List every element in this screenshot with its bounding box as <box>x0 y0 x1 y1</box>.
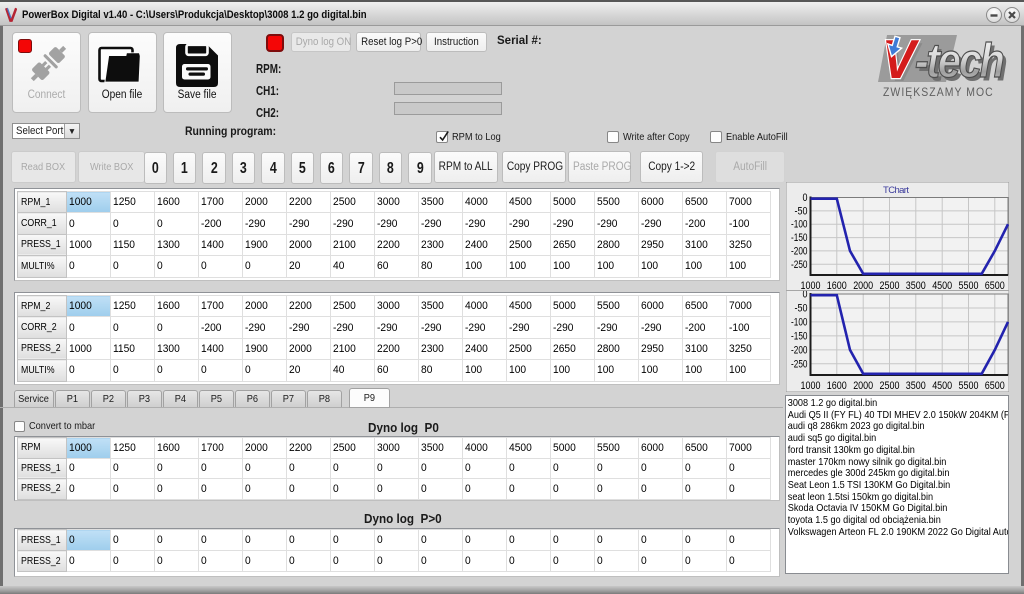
svg-text:2500: 2500 <box>880 380 900 392</box>
svg-text:TChart: TChart <box>883 185 909 196</box>
svg-text:3500: 3500 <box>906 380 926 392</box>
svg-text:-200: -200 <box>791 344 808 356</box>
svg-text:-250: -250 <box>791 358 808 370</box>
svg-text:1600: 1600 <box>827 380 847 392</box>
svg-text:-100: -100 <box>791 219 808 231</box>
svg-text:-200: -200 <box>791 245 808 257</box>
svg-text:-100: -100 <box>791 316 808 328</box>
svg-text:-250: -250 <box>791 259 808 271</box>
svg-text:V: V <box>882 30 919 90</box>
svg-text:1000: 1000 <box>801 380 821 392</box>
svg-text:-150: -150 <box>791 232 808 244</box>
svg-text:-tech: -tech <box>915 33 1004 88</box>
svg-text:2000: 2000 <box>853 380 873 392</box>
svg-text:5500: 5500 <box>959 380 979 392</box>
svg-text:0: 0 <box>803 192 808 204</box>
svg-text:-50: -50 <box>795 303 808 315</box>
svg-text:-150: -150 <box>791 330 808 342</box>
svg-text:6500: 6500 <box>985 380 1005 392</box>
svg-text:4500: 4500 <box>932 380 952 392</box>
svg-text:-50: -50 <box>795 205 808 217</box>
